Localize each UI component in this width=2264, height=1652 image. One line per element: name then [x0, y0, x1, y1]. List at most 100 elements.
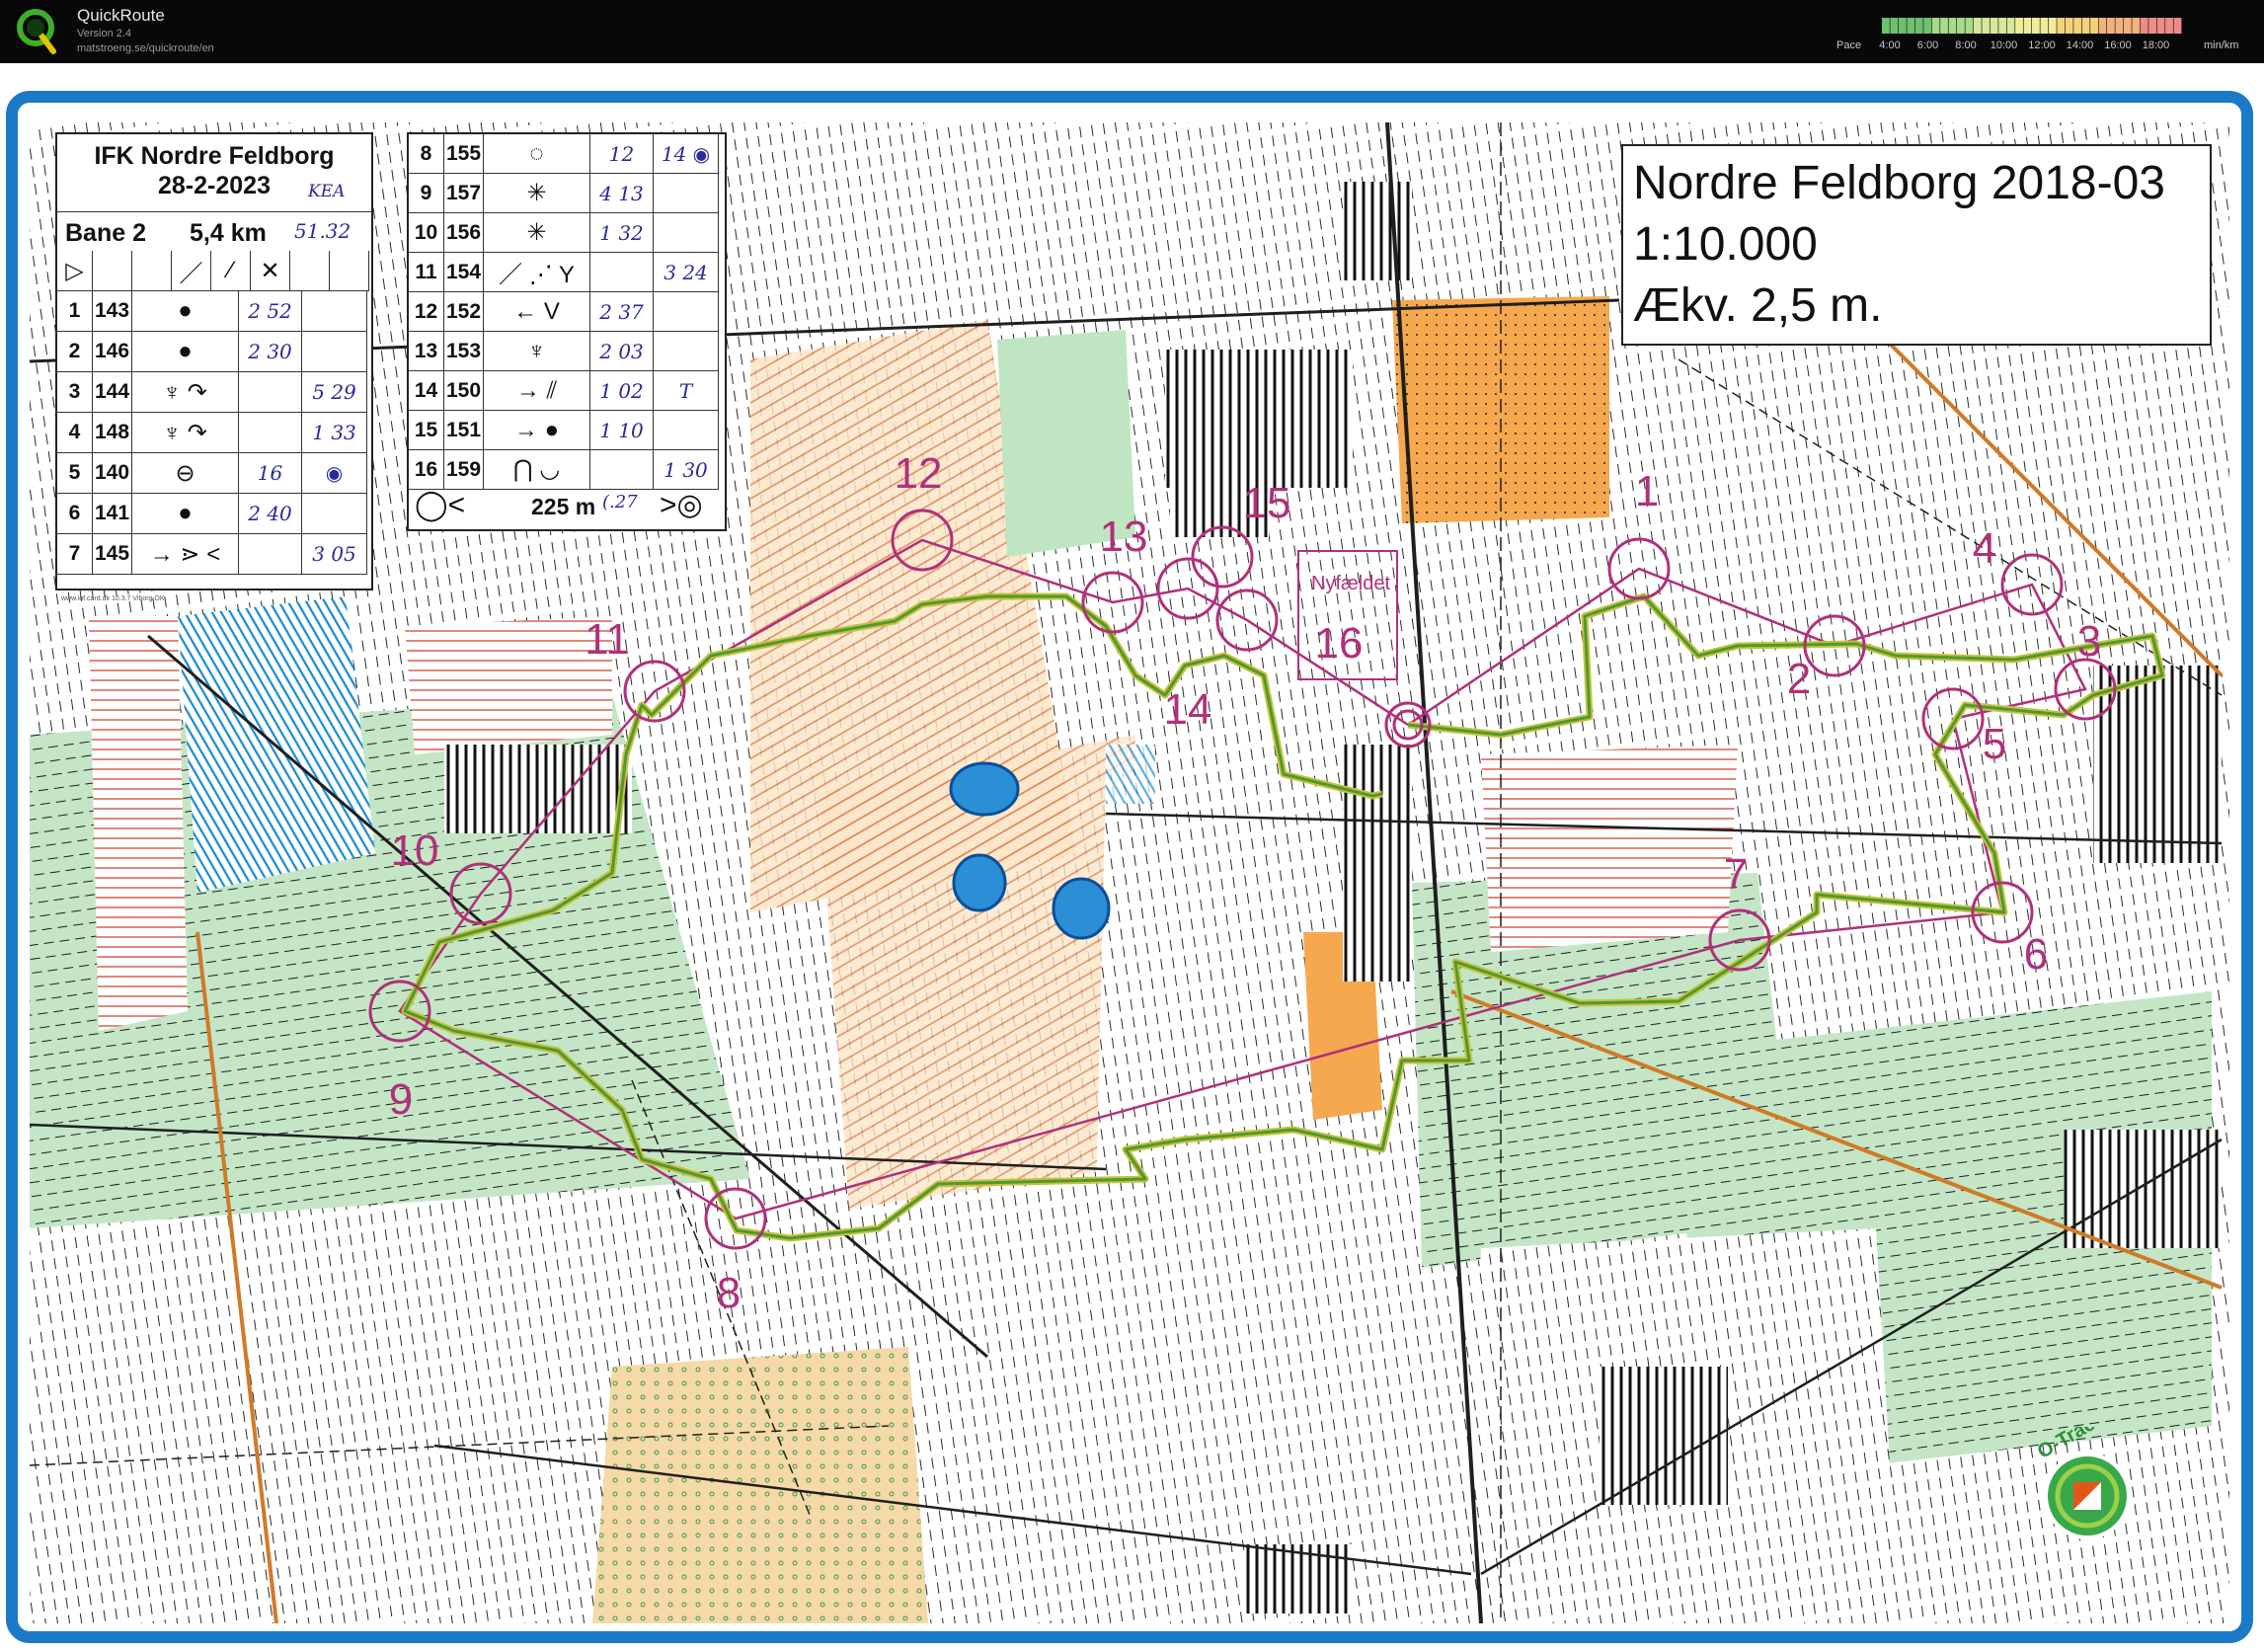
control-label-13: 13	[1099, 512, 1148, 561]
otrack-logo-icon: O-Track	[2036, 1427, 2131, 1539]
description-n: 2	[57, 332, 93, 372]
description-note: 3 24	[654, 253, 719, 292]
description-n: 8	[409, 134, 444, 174]
control-label-2: 2	[1786, 655, 1812, 703]
description-sym: → ⫽	[484, 371, 590, 411]
description-note	[302, 332, 367, 372]
control-label-5: 5	[1982, 720, 2007, 768]
description-n: 4	[57, 413, 93, 453]
description-note	[302, 291, 367, 332]
description-note: T	[654, 371, 719, 411]
description-split	[590, 253, 654, 292]
description-code: 148	[93, 413, 132, 453]
description-n: 13	[409, 332, 444, 371]
control-label-15: 15	[1242, 479, 1291, 527]
description-note: ◉	[302, 453, 367, 494]
control-label-14: 14	[1163, 685, 1212, 734]
description-sym: → ⋗ <	[132, 534, 239, 575]
place-name: Nyfældet	[1311, 573, 1391, 594]
description-note: 1 30	[654, 450, 719, 490]
description-code: 153	[444, 332, 484, 371]
map-contour-interval: Ækv. 2,5 m.	[1633, 279, 1883, 332]
description-code: 145	[93, 534, 132, 575]
description-sym: ／ ⋰ Y	[484, 253, 590, 292]
description-sym: ♆ ↷	[132, 413, 239, 453]
finish-note: (.27	[602, 492, 638, 512]
description-split: 1 02	[590, 371, 654, 411]
finish-symbol-left: ◯<	[415, 489, 466, 521]
description-note: 1 33	[302, 413, 367, 453]
description-code: 144	[93, 372, 132, 413]
description-split: 2 03	[590, 332, 654, 371]
control-label-4: 4	[1972, 524, 1997, 573]
description-n: 16	[409, 450, 444, 490]
control-label-7: 7	[1723, 850, 1749, 899]
description-n: 6	[57, 494, 93, 534]
description-n: 1	[57, 291, 93, 332]
description-note	[302, 494, 367, 534]
description-sym: ♆	[484, 332, 590, 371]
description-n: 5	[57, 453, 93, 494]
description-sym: ⋂ ◡	[484, 450, 590, 490]
description-note: 5 29	[302, 372, 367, 413]
control-label-11: 11	[585, 615, 630, 664]
description-sym: ♆ ↷	[132, 372, 239, 413]
description-split: 16	[239, 453, 302, 494]
description-n: 15	[409, 411, 444, 450]
course-length: 5,4 km	[190, 219, 267, 247]
description-sym: ✳	[484, 174, 590, 213]
description-header-symbol	[290, 251, 330, 291]
description-code: 151	[444, 411, 484, 450]
description-code: 143	[93, 291, 132, 332]
control-label-9: 9	[388, 1075, 414, 1124]
control-label-3: 3	[2076, 617, 2102, 666]
total-time: 51.32	[294, 219, 351, 243]
description-n: 12	[409, 292, 444, 332]
description-header-symbol	[330, 251, 369, 291]
description-split	[239, 534, 302, 575]
map-title-box: Nordre Feldborg 2018-03 1:10.000 Ækv. 2,…	[1621, 144, 2212, 346]
description-sym: ●	[132, 332, 239, 372]
description-note	[654, 292, 719, 332]
description-n: 14	[409, 371, 444, 411]
control-label-1: 1	[1634, 467, 1660, 515]
control-label-10: 10	[390, 826, 439, 875]
description-split: 12	[590, 134, 654, 174]
description-sym: ◌	[484, 134, 590, 174]
description-header-symbol	[132, 251, 172, 291]
description-split: 1 10	[590, 411, 654, 450]
description-code: 152	[444, 292, 484, 332]
description-header-symbol: ▷	[57, 251, 93, 291]
description-code: 146	[93, 332, 132, 372]
description-note	[654, 411, 719, 450]
description-split: 1 32	[590, 213, 654, 253]
description-n: 11	[409, 253, 444, 292]
description-split	[239, 372, 302, 413]
control-label-8: 8	[716, 1269, 742, 1317]
description-split: 2 37	[590, 292, 654, 332]
description-code: 159	[444, 450, 484, 490]
control-description-left: IFK Nordre Feldborg 28-2-2023 KEA Bane 2…	[55, 132, 373, 602]
description-note	[654, 332, 719, 371]
description-sym: ●	[132, 291, 239, 332]
description-header-symbol: ✕	[251, 251, 290, 291]
description-split: 2 40	[239, 494, 302, 534]
description-split: 2 30	[239, 332, 302, 372]
description-sym: ●	[132, 494, 239, 534]
description-note: 14 ◉	[654, 134, 719, 174]
course-name: Bane 2	[65, 219, 146, 247]
description-split	[239, 413, 302, 453]
description-header-symbol	[93, 251, 132, 291]
control-description-right: 8 155 ◌ 12 14 ◉ 9 157 ✳ 4 13 10 156 ✳ 1 32 11 154 ／ ⋰ Y…	[407, 132, 727, 531]
description-sym: ✳	[484, 213, 590, 253]
description-code: 155	[444, 134, 484, 174]
description-footer: www.iof.card.dk 10.3.7 Viborg OK	[61, 595, 165, 602]
finish-symbol-right: >◎	[660, 489, 703, 521]
description-sym: ← V	[484, 292, 590, 332]
description-note	[654, 174, 719, 213]
date-note: KEA	[308, 182, 346, 201]
description-code: 150	[444, 371, 484, 411]
description-n: 10	[409, 213, 444, 253]
control-label-12: 12	[894, 449, 943, 498]
description-code: 156	[444, 213, 484, 253]
